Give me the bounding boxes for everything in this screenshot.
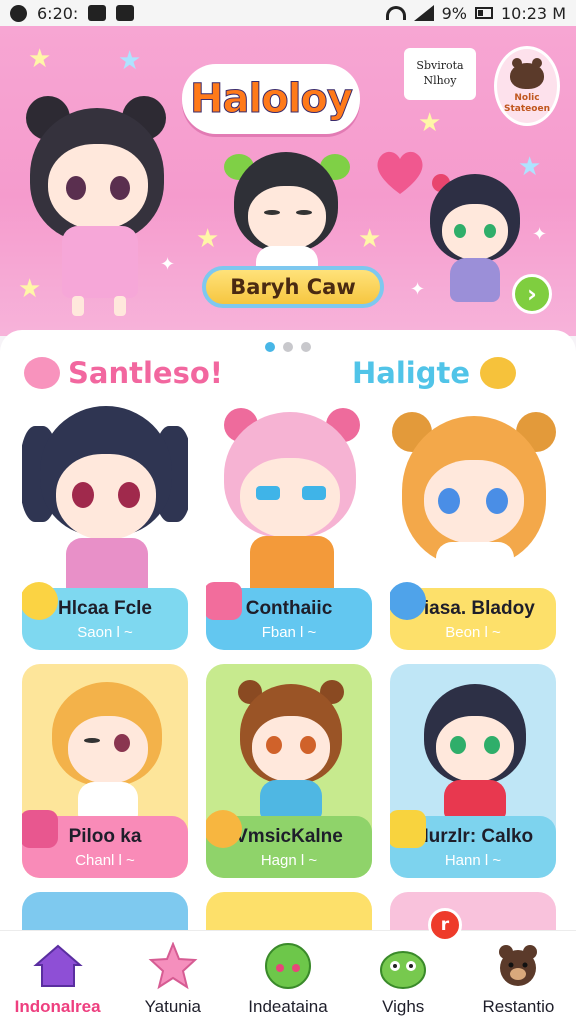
character-card[interactable]: Piloo ka Chanl l ~ [22, 664, 188, 878]
card-subtitle: Chanl l ~ [75, 851, 135, 869]
status-time: 6:20: [37, 3, 79, 23]
sparkle-icon: ✦ [532, 224, 548, 245]
card-art [206, 400, 372, 600]
card-name: Piasa. Bladoy [411, 597, 535, 619]
content-panel: Santleso! Haligte Hlcaa Fcle Saon l ~ Co… [0, 330, 576, 930]
carousel-dot-3[interactable] [301, 342, 311, 352]
promo-badge[interactable]: Nolic Stateoen [494, 46, 560, 126]
sparkle-icon: ★ [28, 44, 52, 74]
promo-text-box: Sbvirota Nlhoy [404, 48, 476, 100]
star-icon [146, 941, 200, 991]
card-name: Piloo ka [68, 825, 142, 847]
card-art [206, 664, 372, 824]
nav-item-home[interactable]: Indonalrea [0, 931, 115, 1024]
sparkle-icon: ★ [418, 108, 442, 138]
carousel-dots[interactable] [0, 342, 576, 352]
card-art [22, 400, 188, 600]
gallery-notification-icon [116, 5, 135, 21]
card-subtitle: Hagn l ~ [260, 851, 318, 869]
nav-label: Vighs [382, 997, 425, 1016]
promo-banner[interactable]: ★ ★ ★ ★ ★ ★ ★ ✦ ✦ ✦ Haloloy Sbvirota Nlh… [0, 26, 576, 336]
section-title-left: Santleso! [24, 356, 223, 390]
banner-cta-button[interactable]: Baryh Caw [202, 266, 384, 308]
notification-badge[interactable]: r [428, 908, 462, 942]
heart-icon [377, 151, 423, 194]
character-card[interactable] [206, 892, 372, 930]
section-right-label: Haligte [352, 356, 471, 390]
camera-notification-icon [88, 5, 107, 21]
promo-line-2: Nlhoy [423, 74, 457, 87]
card-name: Conthaiic [245, 597, 333, 619]
nav-item-friends[interactable]: Vighs [346, 931, 461, 1024]
character-card[interactable]: VmsicKalne Hagn l ~ [206, 664, 372, 878]
character-card[interactable] [390, 892, 556, 930]
gift-icon [206, 582, 242, 620]
signal-icon [413, 5, 434, 21]
chevron-right-icon[interactable]: › [512, 274, 552, 314]
bag-icon [22, 810, 58, 848]
sparkle-icon: ★ [118, 46, 142, 76]
section-title-right: Haligte [352, 356, 517, 390]
card-subtitle: Saon l ~ [77, 623, 133, 641]
carousel-dot-1[interactable] [265, 342, 275, 352]
battery-icon [475, 7, 493, 19]
status-bar: 6:20: 9% 10:23 M [0, 0, 576, 26]
card-art [390, 664, 556, 824]
orange-bear-icon [480, 357, 517, 389]
bottom-nav: Indonalrea Yatunia Indeataina Vighs Rest… [0, 930, 576, 1024]
character-card[interactable]: Piasa. Bladoy Beon l ~ [390, 400, 556, 650]
home-icon [31, 941, 85, 991]
section-left-label: Santleso! [68, 356, 223, 390]
card-art [22, 664, 188, 824]
status-clock: 10:23 M [501, 3, 566, 23]
nav-label: Yatunia [144, 997, 201, 1016]
card-subtitle: Hann l ~ [444, 851, 502, 869]
character-card[interactable]: Conthaiic Fban l ~ [206, 400, 372, 650]
sparkle-icon: ★ [358, 224, 382, 254]
promo-line-1: Sbvirota [416, 59, 464, 73]
app-logo: Haloloy [182, 64, 360, 134]
bear-icon [491, 941, 545, 991]
carousel-dot-2[interactable] [283, 342, 293, 352]
sparkle-icon: ★ [196, 224, 220, 254]
badge-line-1: Nolic [514, 93, 540, 104]
green-blob-icon [261, 941, 315, 991]
banner-character-right [424, 170, 524, 320]
character-card[interactable]: Hlcaa Fcle Saon l ~ [22, 400, 188, 650]
character-card[interactable]: Murzlr: Calko Hann l ~ [390, 664, 556, 878]
card-subtitle: Fban l ~ [261, 623, 317, 641]
pink-bear-icon [24, 357, 60, 389]
battery-percent: 9% [441, 3, 467, 23]
card-name: Hlcaa Fcle [58, 597, 152, 619]
nav-item-profile[interactable]: Restantio [461, 931, 576, 1024]
character-card[interactable] [22, 892, 188, 930]
wifi-icon [385, 6, 406, 20]
nav-item-favorites[interactable]: Yatunia [115, 931, 230, 1024]
bear-icon [510, 58, 544, 90]
app-notification-icon [10, 4, 27, 22]
nav-label: Restantio [482, 997, 555, 1016]
card-name: VmsicKalne [235, 825, 343, 847]
star-badge-icon [390, 810, 426, 848]
banner-character-left [14, 90, 184, 320]
nav-item-center[interactable]: Indeataina [230, 931, 345, 1024]
nav-label: Indonalrea [14, 997, 101, 1016]
nav-label: Indeataina [248, 997, 328, 1016]
sparkle-icon: ✦ [410, 279, 426, 300]
badge-line-2: Stateoen [504, 104, 550, 115]
green-creature-icon [376, 941, 430, 991]
card-subtitle: Beon l ~ [445, 623, 501, 641]
card-art [390, 400, 556, 600]
card-name: Murzlr: Calko [412, 825, 534, 847]
